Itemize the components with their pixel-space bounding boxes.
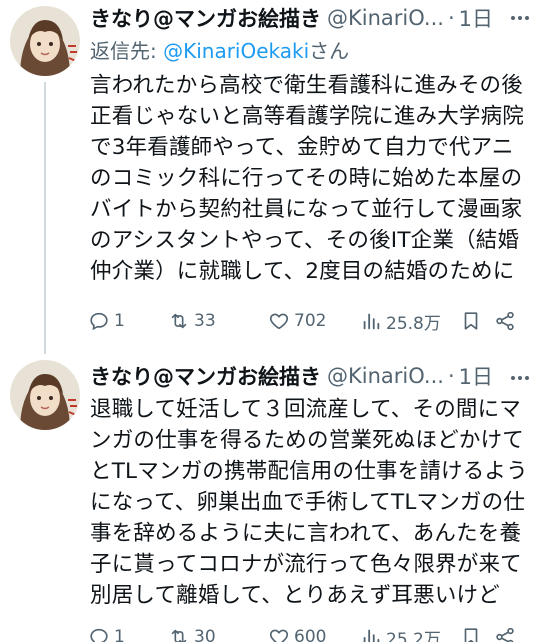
reply-icon [90,312,108,331]
share-icon [496,311,514,331]
views-button[interactable]: 25.2万 [360,625,460,642]
retweet-icon [171,629,187,642]
retweet-count: 33 [194,311,216,331]
tweet[interactable]: きなり@マンガお絵描き @KinariO... · 1日 退職して妊活して３回流… [0,354,550,642]
bookmark-button[interactable] [460,626,494,642]
share-button[interactable] [494,626,524,642]
more-icon[interactable] [508,6,532,30]
like-count: 702 [294,311,327,331]
tweet-header: きなり@マンガお絵描き @KinariO... · 1日 [90,354,538,394]
replying-suffix: さん [309,39,350,63]
timestamp[interactable]: 1日 [459,3,493,33]
more-icon[interactable] [508,366,532,390]
tweet-text: 退職して妊活して３回流産して、その間にマンガの仕事を得るための営業死ぬほどかけて… [90,397,528,608]
tweet[interactable]: きなり@マンガお絵描き @KinariO... · 1日 返信先: @Kinar… [0,0,550,354]
retweet-button[interactable]: 30 [168,626,268,642]
like-button[interactable]: 600 [268,626,360,642]
retweet-icon [171,313,187,329]
views-count: 25.8万 [386,313,441,334]
like-count: 600 [294,627,327,642]
reply-button[interactable]: 1 [88,310,168,332]
retweet-count: 30 [194,627,216,642]
user-handle[interactable]: @KinariO... [327,364,444,388]
reply-icon [90,628,108,642]
action-bar: 1 33 702 25.8万 [90,299,530,343]
views-button[interactable]: 25.8万 [360,309,460,334]
display-name[interactable]: きなり@マンガお絵描き [90,3,321,33]
display-name[interactable]: きなり@マンガお絵描き [90,361,321,391]
reply-count: 1 [114,627,125,642]
retweet-button[interactable]: 33 [168,310,268,332]
separator-dot: · [447,6,455,30]
views-icon [363,313,380,330]
like-icon [269,313,289,330]
reply-button[interactable]: 1 [88,626,168,642]
avatar[interactable] [10,6,80,76]
share-icon [496,627,514,642]
mention-link[interactable]: @KinariOekaki [163,39,309,63]
like-icon [269,629,289,642]
replying-prefix: 返信先: [90,39,164,63]
share-button[interactable] [494,310,524,332]
bookmark-icon [464,628,478,642]
reply-count: 1 [114,311,125,331]
user-handle[interactable]: @KinariO... [327,6,444,30]
separator-dot: · [447,364,455,388]
avatar[interactable] [10,360,80,430]
tweet-header: きなり@マンガお絵描き @KinariO... · 1日 [90,0,538,36]
replying-to: 返信先: @KinariOekakiさん [90,36,538,66]
tweet-text: 言われたから高校で衛生看護科に進みその後正看じゃないと高等看護学院に進み大学病院… [90,73,525,284]
views-count: 25.2万 [386,629,441,642]
bookmark-button[interactable] [460,310,494,332]
views-icon [363,629,380,642]
like-button[interactable]: 702 [268,310,360,332]
action-bar: 1 30 600 25.2万 [90,615,530,642]
bookmark-icon [464,312,478,330]
timestamp[interactable]: 1日 [459,361,493,391]
